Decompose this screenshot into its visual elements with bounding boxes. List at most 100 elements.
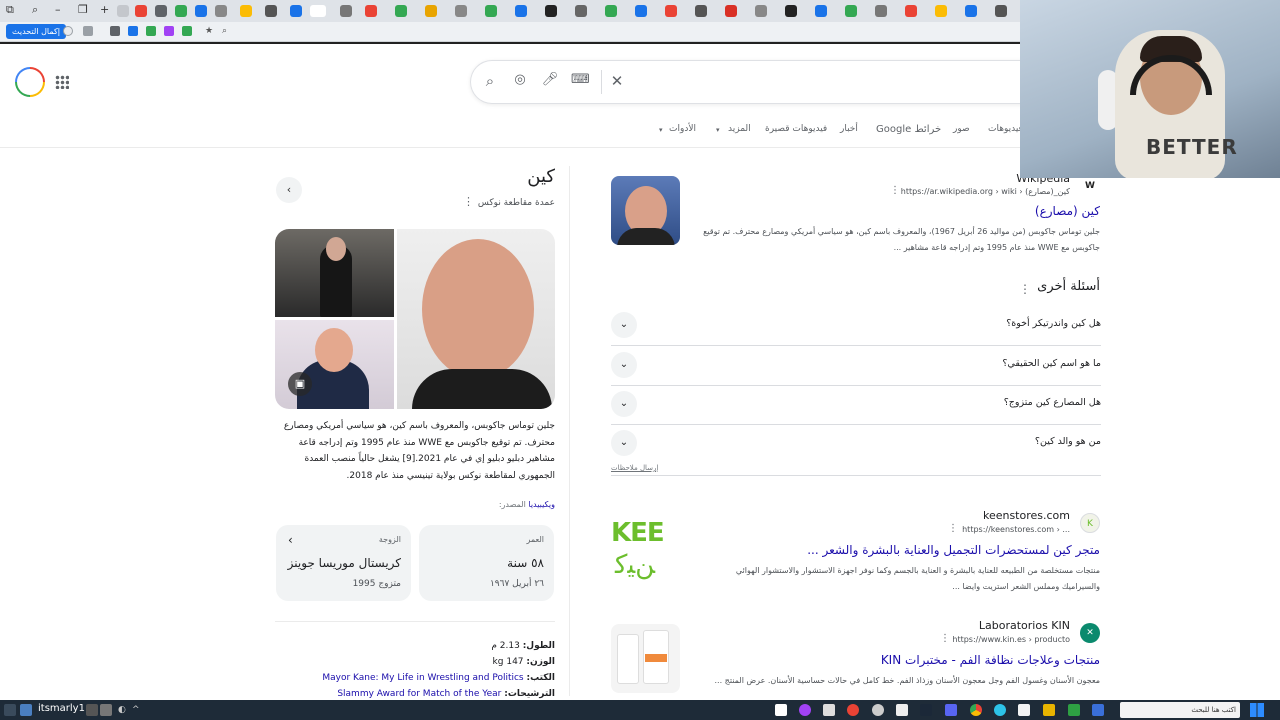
- tab-favicon[interactable]: [695, 5, 707, 17]
- result-title[interactable]: كين (مصارع): [1035, 204, 1100, 218]
- volume-icon[interactable]: ◐: [118, 704, 130, 716]
- fact-card-age[interactable]: العمر ٥٨ سنة ٢٦ أبريل ١٩٦٧: [419, 525, 554, 601]
- taskbar-app-icon[interactable]: [1092, 704, 1104, 716]
- tab-shorts[interactable]: فيديوهات قصيرة: [765, 124, 827, 134]
- new-tab-icon[interactable]: +: [100, 3, 109, 16]
- search-icon[interactable]: ⌕: [222, 26, 232, 36]
- clear-icon[interactable]: ✕: [608, 72, 626, 90]
- more-options-icon[interactable]: ⋮: [948, 523, 958, 534]
- tab-favicon[interactable]: [845, 5, 857, 17]
- tab-search-icon[interactable]: ⌕: [32, 3, 38, 17]
- taskbar-app-icon[interactable]: [872, 704, 884, 716]
- chevron-down-icon[interactable]: ⌄: [611, 352, 637, 378]
- tab-favicon[interactable]: [635, 5, 647, 17]
- taskbar-app-icon[interactable]: [847, 704, 859, 716]
- taskbar-app-icon[interactable]: [920, 704, 932, 716]
- result-title[interactable]: متجر كين لمستحضرات التجميل والعناية بالب…: [807, 543, 1100, 557]
- tab-maps[interactable]: خرائط Google: [876, 124, 941, 135]
- tab-more[interactable]: المزيد: [728, 124, 751, 134]
- chevron-down-icon[interactable]: ⌄: [611, 391, 637, 417]
- tab-favicon[interactable]: [265, 5, 277, 17]
- result-site-name[interactable]: keenstores.com: [983, 509, 1070, 522]
- taskbar-app-icon[interactable]: [1018, 704, 1030, 716]
- tab-favicon[interactable]: [785, 5, 797, 17]
- tab-favicon[interactable]: [240, 5, 252, 17]
- paa-question[interactable]: ⌄ ما هو اسم كين الحقيقي؟: [611, 346, 1101, 386]
- tab-videos[interactable]: فيديوهات: [988, 124, 1023, 134]
- window-menu-icon[interactable]: ⧉: [6, 3, 14, 17]
- extension-icon[interactable]: [182, 26, 192, 36]
- restore-icon[interactable]: ❐: [78, 3, 88, 16]
- kp-image[interactable]: [275, 320, 394, 409]
- tab-favicon[interactable]: [425, 5, 437, 17]
- tab-favicon[interactable]: [875, 5, 887, 17]
- tab-favicon[interactable]: [117, 5, 129, 17]
- taskbar-search-input[interactable]: اكتب هنا للبحث: [1120, 702, 1240, 718]
- result-thumbnail[interactable]: KEE ﻦﻴﻛ: [611, 514, 680, 583]
- result-site-name[interactable]: Laboratorios KIN: [979, 619, 1070, 632]
- settings-icon[interactable]: [896, 704, 908, 716]
- tab-favicon[interactable]: [575, 5, 587, 17]
- tab-favicon[interactable]: [195, 5, 207, 17]
- tab-favicon[interactable]: [365, 5, 377, 17]
- tab-favicon[interactable]: [515, 5, 527, 17]
- more-options-icon[interactable]: ⋮: [463, 195, 474, 208]
- taskbar-app-icon[interactable]: [945, 704, 957, 716]
- taskbar-app-icon[interactable]: [823, 704, 835, 716]
- tab-favicon[interactable]: [455, 5, 467, 17]
- tab-favicon[interactable]: [215, 5, 227, 17]
- fact-card-spouse[interactable]: ‹ الزوجة كريستال موريسا جوينز متزوج 1995: [276, 525, 411, 601]
- kp-image[interactable]: [275, 229, 394, 317]
- chrome-icon[interactable]: [970, 704, 982, 716]
- tab-news[interactable]: أخبار: [840, 124, 858, 134]
- tab-favicon[interactable]: [665, 5, 677, 17]
- tab-favicon[interactable]: [905, 5, 917, 17]
- taskbar-app-icon[interactable]: [4, 704, 16, 716]
- kp-image-gallery[interactable]: ▣: [275, 229, 555, 409]
- more-options-icon[interactable]: ⋮: [890, 185, 900, 196]
- extension-icon[interactable]: [83, 26, 93, 36]
- extension-icon[interactable]: [110, 26, 120, 36]
- image-gallery-icon[interactable]: ▣: [288, 372, 312, 396]
- tab-favicon[interactable]: [605, 5, 617, 17]
- taskbar-app-icon[interactable]: [1068, 704, 1080, 716]
- extension-icon[interactable]: [128, 26, 138, 36]
- result-thumbnail[interactable]: [611, 624, 680, 693]
- update-button[interactable]: إكمال التحديث: [6, 24, 66, 39]
- chevron-up-icon[interactable]: ^: [132, 704, 144, 716]
- tab-favicon[interactable]: [155, 5, 167, 17]
- more-options-icon[interactable]: ⋮: [1019, 282, 1031, 296]
- taskbar-app-icon[interactable]: [775, 704, 787, 716]
- taskbar-app-icon[interactable]: [799, 704, 811, 716]
- taskbar-app-icon[interactable]: [100, 704, 112, 716]
- tab-favicon[interactable]: [340, 5, 352, 17]
- tab-images[interactable]: صور: [953, 124, 970, 134]
- search-icon[interactable]: ⌕: [481, 72, 499, 90]
- taskbar-app-icon[interactable]: [86, 704, 98, 716]
- feedback-link[interactable]: إرسال ملاحظات: [611, 464, 658, 472]
- tab-favicon[interactable]: [175, 5, 187, 17]
- extension-icon[interactable]: [146, 26, 156, 36]
- tab-favicon[interactable]: [935, 5, 947, 17]
- tab-favicon[interactable]: [545, 5, 557, 17]
- tab-favicon[interactable]: [395, 5, 407, 17]
- tab-favicon[interactable]: [725, 5, 737, 17]
- paa-question[interactable]: ⌄ هل المصارع كين متزوج؟: [611, 385, 1101, 425]
- google-logo[interactable]: [15, 67, 45, 97]
- chevron-down-icon[interactable]: ⌄: [611, 312, 637, 338]
- result-title[interactable]: منتجات وعلاجات نظافة الفم - مختبرات KIN: [881, 653, 1100, 667]
- kp-row-link[interactable]: Slammy Award for Match of the Year: [337, 689, 501, 699]
- tab-favicon[interactable]: [815, 5, 827, 17]
- taskbar-app-icon[interactable]: [20, 704, 32, 716]
- tab-favicon[interactable]: [135, 5, 147, 17]
- kp-row-link[interactable]: Mayor Kane: My Life in Wrestling and Pol…: [322, 673, 523, 683]
- minimize-icon[interactable]: –: [55, 3, 61, 16]
- folder-icon[interactable]: [1043, 704, 1055, 716]
- active-tab-favicon[interactable]: [310, 5, 326, 17]
- profile-icon[interactable]: [63, 26, 73, 36]
- result-url[interactable]: https://keenstores.com › ...: [962, 525, 1070, 534]
- tab-favicon[interactable]: [290, 5, 302, 17]
- more-options-icon[interactable]: ⋮: [940, 633, 950, 644]
- edge-icon[interactable]: [994, 704, 1006, 716]
- chevron-down-icon[interactable]: ⌄: [611, 430, 637, 456]
